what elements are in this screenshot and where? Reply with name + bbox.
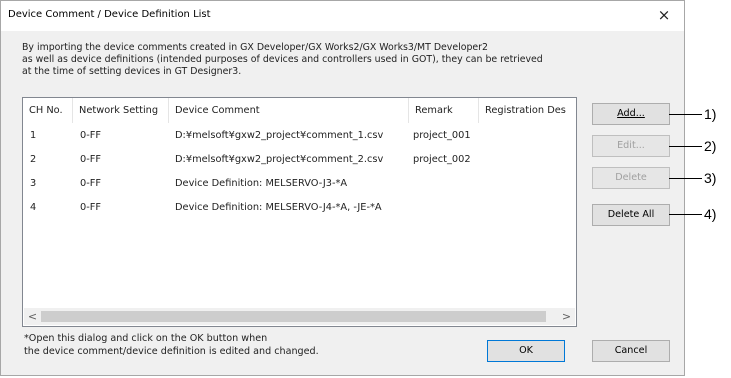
edit-button-label: Edit... bbox=[617, 140, 645, 151]
cell-device-comment: Device Definition: MELSERVO-J4-*A, -JE-*… bbox=[175, 202, 382, 213]
ok-button-label: OK bbox=[519, 345, 533, 356]
callout-label-4: 4) bbox=[704, 206, 717, 222]
column-header-device-comment[interactable]: Device Comment bbox=[169, 98, 409, 123]
cancel-button-label: Cancel bbox=[614, 345, 648, 356]
cell-network-setting: 0-FF bbox=[80, 178, 102, 189]
cell-device-comment: D:¥melsoft¥gxw2_project¥comment_1.csv bbox=[175, 130, 384, 141]
delete-all-button-label: Delete All bbox=[607, 209, 655, 220]
device-list-table[interactable]: CH No. Network Setting Device Comment Re… bbox=[22, 97, 577, 327]
cell-network-setting: 0-FF bbox=[80, 202, 102, 213]
callout-leader-4 bbox=[669, 214, 702, 215]
cell-ch-no: 3 bbox=[30, 178, 37, 189]
callout-label-2: 2) bbox=[704, 138, 717, 154]
delete-all-button[interactable]: Delete All bbox=[592, 204, 670, 226]
title-bar: Device Comment / Device Definition List … bbox=[1, 1, 684, 31]
callout-leader-1 bbox=[669, 114, 702, 115]
cell-device-comment: D:¥melsoft¥gxw2_project¥comment_2.csv bbox=[175, 154, 384, 165]
scrollbar-thumb[interactable] bbox=[41, 311, 546, 322]
scroll-left-icon[interactable]: < bbox=[24, 308, 41, 325]
scroll-right-icon[interactable]: > bbox=[558, 308, 575, 325]
add-button[interactable]: Add... bbox=[592, 103, 670, 125]
column-header-remark[interactable]: Remark bbox=[409, 98, 479, 123]
column-header-registration-destination[interactable]: Registration Des bbox=[479, 98, 576, 123]
add-button-label: Add... bbox=[617, 108, 645, 119]
horizontal-scrollbar[interactable]: < > bbox=[24, 308, 575, 325]
footnote-line-1: *Open this dialog and click on the OK bu… bbox=[24, 333, 268, 344]
close-icon[interactable]: × bbox=[656, 7, 672, 23]
dialog-title: Device Comment / Device Definition List bbox=[8, 9, 211, 20]
edit-button[interactable]: Edit... bbox=[592, 135, 670, 157]
cell-device-comment: Device Definition: MELSERVO-J3-*A bbox=[175, 178, 348, 189]
description-line-2: as well as device definitions (intended … bbox=[22, 54, 543, 65]
cell-ch-no: 1 bbox=[30, 130, 37, 141]
delete-button-label: Delete bbox=[615, 172, 647, 183]
device-comment-dialog: Device Comment / Device Definition List … bbox=[0, 0, 685, 376]
description-line-3: at the time of setting devices in GT Des… bbox=[22, 66, 242, 77]
cell-network-setting: 0-FF bbox=[80, 154, 102, 165]
callout-label-1: 1) bbox=[704, 106, 717, 122]
cell-remark: project_002 bbox=[413, 154, 471, 165]
delete-button[interactable]: Delete bbox=[592, 167, 670, 189]
column-header-network-setting[interactable]: Network Setting bbox=[73, 98, 169, 123]
cancel-button[interactable]: Cancel bbox=[592, 340, 670, 362]
cell-ch-no: 2 bbox=[30, 154, 37, 165]
footnote-line-2: the device comment/device definition is … bbox=[24, 346, 319, 357]
cell-ch-no: 4 bbox=[30, 202, 37, 213]
callout-leader-3 bbox=[669, 178, 702, 179]
column-header-ch-no[interactable]: CH No. bbox=[23, 98, 73, 123]
callout-label-3: 3) bbox=[704, 170, 717, 186]
ok-button[interactable]: OK bbox=[487, 340, 565, 362]
cell-remark: project_001 bbox=[413, 130, 471, 141]
cell-network-setting: 0-FF bbox=[80, 130, 102, 141]
description-line-1: By importing the device comments created… bbox=[22, 42, 488, 53]
callout-leader-2 bbox=[669, 146, 702, 147]
